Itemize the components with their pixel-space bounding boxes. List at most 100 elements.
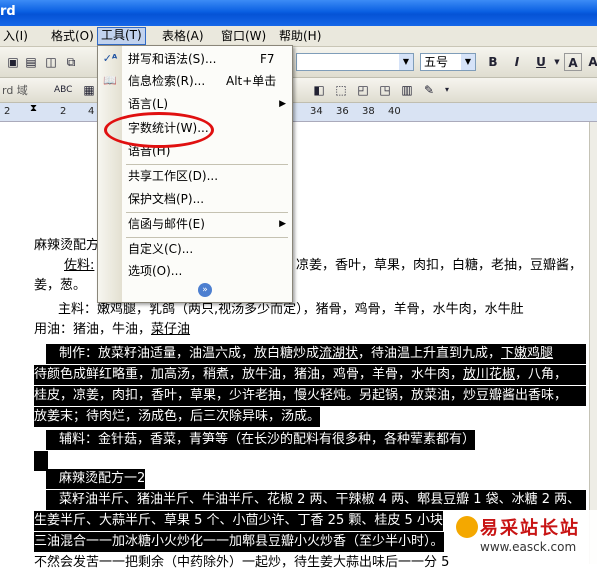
ruler-number: 36	[336, 106, 349, 117]
research-icon: 📖	[103, 74, 117, 87]
watermark-logo-icon	[456, 516, 478, 538]
document-page[interactable]: 麻辣烫配方 佐料: 凉姜，香叶，草果，肉扣，白糖，老抽，豆瓣酱， 姜，葱。 主料…	[0, 122, 597, 570]
char-shading-icon[interactable]: A	[584, 53, 597, 71]
doc-line[interactable]: 不然会发苦一一把剩余（中药除外）一起炒，待生姜大蒜出味后一一分 5	[34, 553, 449, 573]
font-size-combo[interactable]: 五号 ▼	[420, 53, 476, 71]
menu-window[interactable]: 窗口(W)	[218, 28, 269, 44]
menu-shared-workspace[interactable]: 共享工作区(D)...	[98, 166, 292, 186]
ruler-number: 40	[388, 106, 401, 117]
highlight-circle	[104, 112, 214, 148]
menu-format[interactable]: 格式(O)	[48, 28, 97, 44]
ruler-number: 4	[88, 106, 95, 117]
menu-separator	[126, 164, 288, 165]
spelling-icon: ✓ᴬ	[102, 52, 118, 65]
doc-text: 流湖状	[319, 346, 359, 361]
toolbar-icon[interactable]: ✎	[420, 81, 438, 99]
watermark-title: 易采站长站	[480, 518, 580, 539]
menu-label: 选项(O)...	[128, 264, 183, 278]
doc-text: ，八角，	[515, 367, 568, 382]
font-name-combo[interactable]: ▼	[296, 53, 414, 71]
menu-separator	[126, 237, 288, 238]
doc-line-selected[interactable]: 待颜色成鲜红略重，加高汤，稍煮，放牛油，猪油，鸡骨，羊骨，水牛肉，放川花椒，八角…	[34, 365, 586, 385]
doc-text: 佐料:	[64, 258, 95, 273]
menu-help[interactable]: 帮助(H)	[276, 28, 324, 44]
field-icon[interactable]: ▦	[80, 81, 98, 99]
toolbar-icon[interactable]: ◳	[376, 81, 394, 99]
doc-line[interactable]: 麻辣烫配方	[34, 236, 99, 256]
menu-protect-document[interactable]: 保护文档(P)...	[98, 189, 292, 209]
chevron-down-icon[interactable]: ▼	[399, 54, 413, 70]
menu-label: 语言(L)	[128, 97, 169, 111]
italic-button[interactable]: I	[508, 53, 526, 71]
doc-line-selected[interactable]: 辅料：金针菇，香菜，青笋等（在长沙的配料有很多种，各种荤素都有）	[46, 430, 476, 450]
ruler-number: 34	[310, 106, 323, 117]
doc-line-selected[interactable]: 放姜末；待肉烂，汤成色，后三次除异味，汤成。	[34, 407, 321, 427]
copy-icon[interactable]: ⧉	[62, 53, 80, 71]
toolbar-icon[interactable]: ◰	[354, 81, 372, 99]
title-bar: rd	[0, 0, 597, 26]
menu-spelling[interactable]: ✓ᴬ 拼写和语法(S)... F7	[98, 49, 292, 69]
doc-line-selected[interactable]: 桂皮，凉姜，肉扣，香叶，草果，少许老抽，慢火轻炖。另起锅，放菜油，炒豆瓣酱出香味…	[34, 386, 586, 406]
chevron-down-icon[interactable]: ▼	[461, 54, 475, 70]
doc-text: 待颜色成鲜红略重，加高汤，稍煮，放牛油，猪油，鸡骨，羊骨，水牛肉，	[34, 367, 464, 382]
menu-label: 保护文档(P)...	[128, 192, 205, 206]
submenu-arrow-icon: ▶	[279, 99, 286, 109]
bold-button[interactable]: B	[484, 53, 502, 71]
menu-label: 拼写和语法(S)...	[128, 52, 217, 66]
watermark: 易采站长站 www.easck.com	[456, 510, 597, 564]
menu-research[interactable]: 📖 信息检索(R)... Alt+单击	[98, 71, 292, 91]
doc-line-selected[interactable]: 三油混合一一加冰糖小火炒化一一加郫县豆瓣小火炒香（至少半小时）。	[34, 532, 444, 552]
menu-tools[interactable]: 工具(T)	[97, 27, 146, 45]
chevron-down-icon[interactable]: ▾	[438, 81, 456, 99]
abc-icon[interactable]: ABC	[54, 81, 72, 99]
print-icon[interactable]: ▤	[22, 53, 40, 71]
font-size-value: 五号	[424, 55, 449, 69]
doc-text: 菜仔油	[151, 322, 191, 337]
indent-marker-icon[interactable]: ⧗	[30, 103, 37, 114]
menu-options[interactable]: 选项(O)...	[98, 261, 292, 281]
doc-line-selected[interactable]: 麻辣烫配方一2	[46, 469, 146, 489]
menu-label: 信息检索(R)...	[128, 74, 206, 88]
menu-language[interactable]: 语言(L) ▶	[98, 94, 292, 114]
standard-toolbar: ▣ ▤ ◫ ⧉ ▼ 五号 ▼ B I U ▼ A A	[0, 47, 597, 78]
vertical-scrollbar[interactable]	[589, 122, 597, 564]
doc-text: 下嫩鸡腿	[501, 346, 554, 361]
doc-line[interactable]: 用油：猪油，牛油，菜仔油	[34, 320, 190, 340]
save-icon[interactable]: ▣	[4, 53, 22, 71]
menu-table[interactable]: 表格(A)	[159, 28, 207, 44]
menu-letters-mailings[interactable]: 信函与邮件(E) ▶	[98, 214, 292, 234]
menu-shortcut: F7	[260, 52, 275, 66]
doc-text: 用油：猪油，牛油，	[34, 322, 152, 337]
doc-line-selected[interactable]: 生姜半斤、大蒜半斤、草果 5 个、小茴少许、丁香 25 颗、桂皮 5 小块	[34, 511, 443, 531]
doc-line-selected[interactable]: 制作：放菜籽油适量，油温六成，放白糖炒成流湖状，待油温上升直到九成，下嫩鸡腿	[46, 344, 586, 364]
doc-line[interactable]: 姜，葱。	[34, 276, 86, 296]
window-title: rd	[0, 4, 16, 19]
menu-customize[interactable]: 自定义(C)...	[98, 239, 292, 259]
tools-menu: ✓ᴬ 拼写和语法(S)... F7 📖 信息检索(R)... Alt+单击 语言…	[97, 45, 293, 303]
expand-menu-icon[interactable]: »	[198, 283, 212, 297]
ruler: 2 ⧗ 2 4 34 36 38 40	[0, 103, 597, 122]
doc-line[interactable]: 佐料:	[64, 256, 94, 276]
doc-text: ，待油温上升直到九成，	[358, 346, 502, 361]
doc-text: 制作：放菜籽油适量，油温六成，放白糖炒成	[46, 346, 320, 361]
menu-separator	[126, 212, 288, 213]
toolbar-icon[interactable]: ▥	[398, 81, 416, 99]
menu-shortcut: Alt+单击	[226, 74, 277, 88]
watermark-url: www.easck.com	[480, 540, 577, 554]
style-label: rd 域	[2, 84, 28, 97]
submenu-arrow-icon: ▶	[279, 219, 286, 229]
ruler-number: 2	[4, 106, 11, 117]
char-border-button[interactable]: A	[564, 53, 582, 71]
doc-line-selected[interactable]: 菜籽油半斤、猪油半斤、牛油半斤、花椒 2 两、干辣椒 4 两、郫县豆瓣 1 袋、…	[46, 490, 586, 510]
toolbar-icon[interactable]: ◧	[310, 81, 328, 99]
ruler-number: 38	[362, 106, 375, 117]
menu-insert[interactable]: 入(I)	[0, 28, 31, 44]
doc-line[interactable]: 凉姜，香叶，草果，肉扣，白糖，老抽，豆瓣酱，	[296, 256, 582, 276]
menu-label: 自定义(C)...	[128, 242, 194, 256]
menu-label: 共享工作区(D)...	[128, 169, 219, 183]
doc-text: 放川花椒	[463, 367, 516, 382]
doc-line[interactable]: 主料：嫩鸡腿，乳鸽（两只,视汤多少而定），猪骨，鸡骨，羊骨，水牛肉，水牛肚	[58, 300, 524, 320]
print-preview-icon[interactable]: ◫	[42, 53, 60, 71]
toolbar-icon[interactable]: ⬚	[332, 81, 350, 99]
doc-line-selected[interactable]	[34, 451, 48, 471]
